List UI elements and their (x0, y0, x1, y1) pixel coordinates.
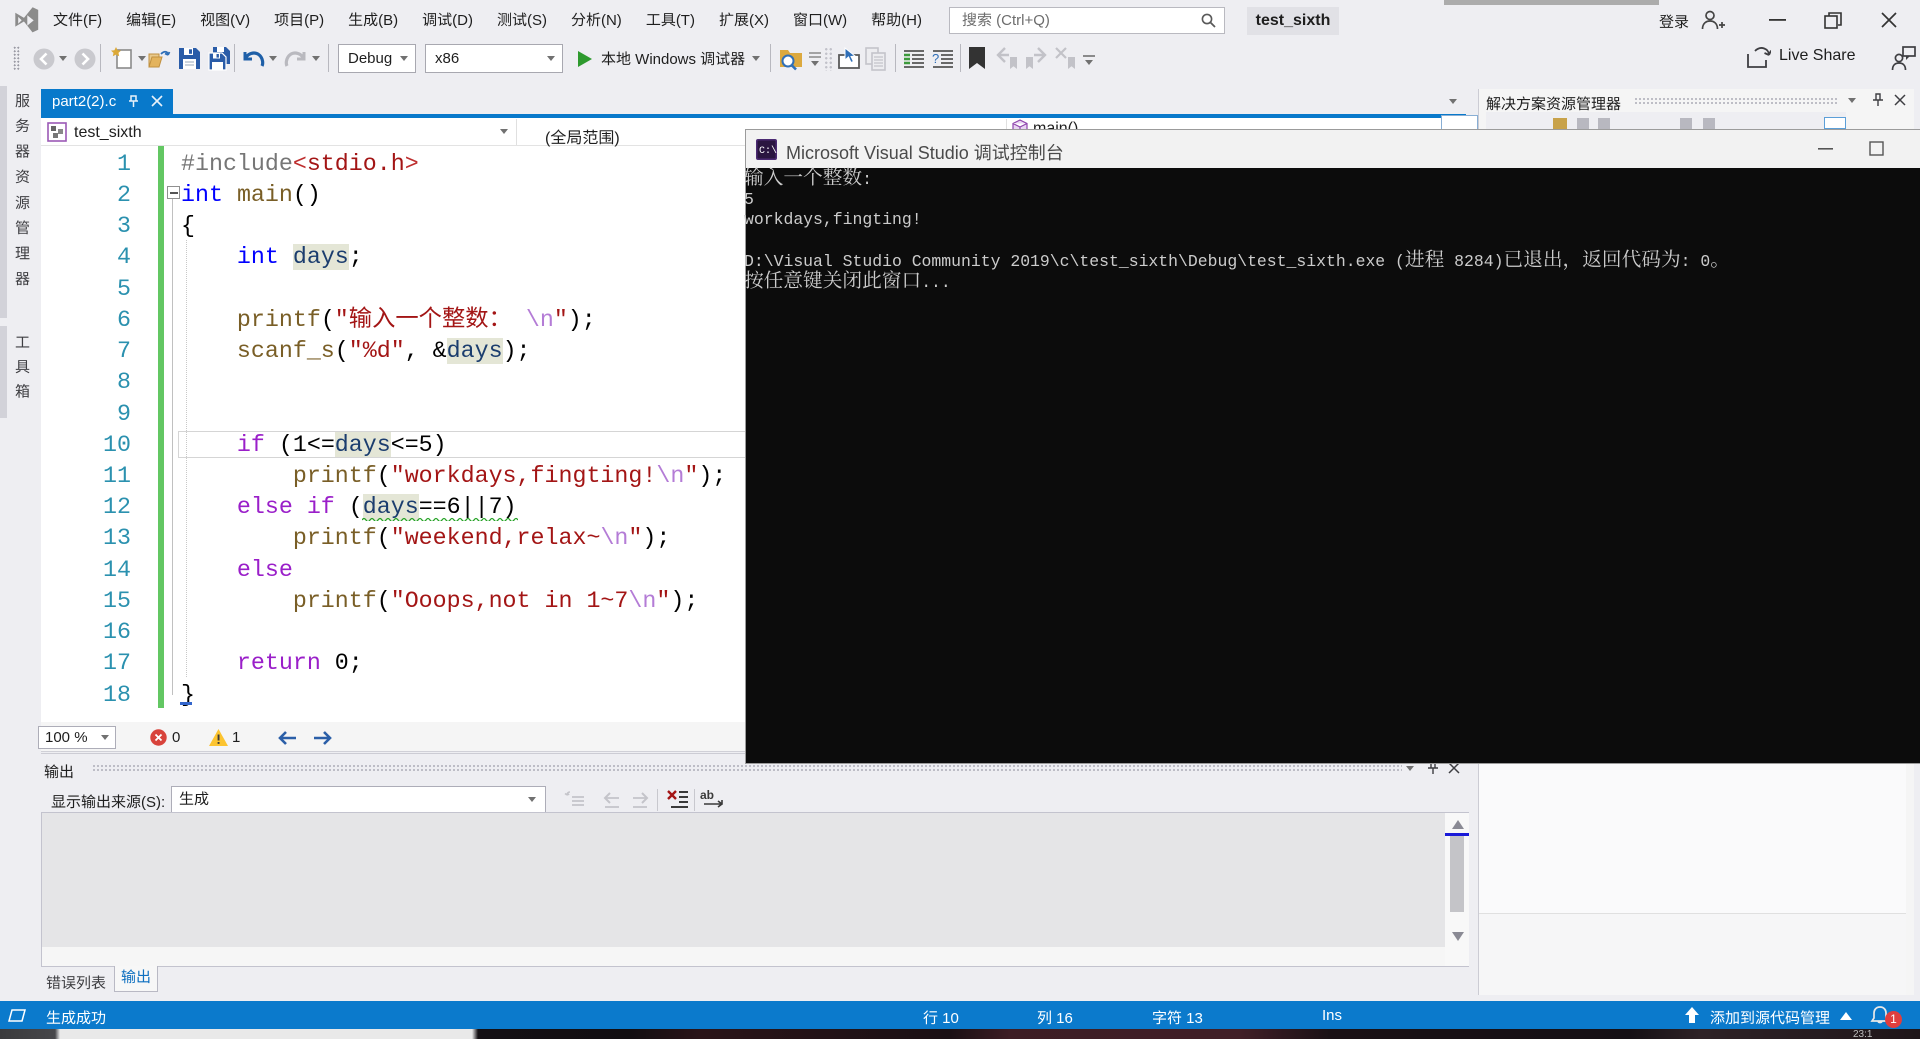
svg-text:?: ? (932, 51, 939, 66)
svg-text:C:\: C:\ (759, 145, 777, 157)
svg-text:ab: ab (700, 788, 714, 802)
